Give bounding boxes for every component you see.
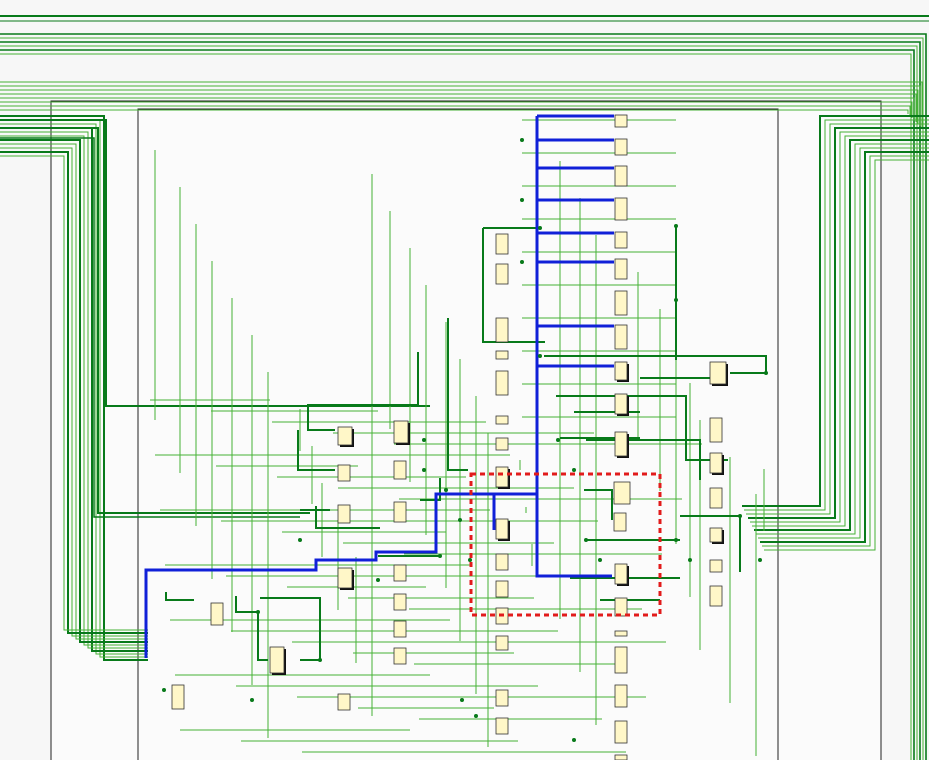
junction-dot bbox=[298, 538, 302, 542]
logic-cell[interactable] bbox=[337, 504, 351, 524]
logic-cell[interactable] bbox=[269, 646, 285, 674]
junction-dot bbox=[460, 698, 464, 702]
logic-cell[interactable] bbox=[337, 693, 351, 711]
logic-cell[interactable] bbox=[614, 138, 628, 156]
logic-cell[interactable] bbox=[614, 231, 628, 249]
logic-cell[interactable] bbox=[495, 689, 509, 707]
logic-cell[interactable] bbox=[709, 559, 723, 573]
logic-cell[interactable] bbox=[393, 593, 407, 611]
logic-cell[interactable] bbox=[495, 370, 509, 396]
schematic-canvas[interactable] bbox=[0, 0, 929, 760]
junction-dot bbox=[738, 514, 742, 518]
logic-cell[interactable] bbox=[393, 501, 407, 523]
logic-cell[interactable] bbox=[614, 197, 628, 221]
logic-cell[interactable] bbox=[614, 720, 628, 744]
logic-cell[interactable] bbox=[614, 646, 628, 674]
logic-cell[interactable] bbox=[495, 263, 509, 285]
logic-cell[interactable] bbox=[495, 518, 509, 540]
logic-cell[interactable] bbox=[614, 597, 628, 617]
junction-dot bbox=[674, 224, 678, 228]
logic-cell[interactable] bbox=[393, 460, 407, 480]
logic-cell[interactable] bbox=[709, 361, 727, 385]
logic-cell[interactable] bbox=[614, 754, 628, 760]
junction-dot bbox=[256, 610, 260, 614]
inner-module-boundary[interactable] bbox=[137, 108, 779, 760]
logic-cell[interactable] bbox=[614, 684, 628, 708]
logic-cell[interactable] bbox=[614, 114, 628, 128]
junction-dot bbox=[538, 354, 542, 358]
junction-dot bbox=[764, 371, 768, 375]
logic-cell[interactable] bbox=[210, 602, 224, 626]
logic-cell[interactable] bbox=[614, 165, 628, 187]
logic-cell[interactable] bbox=[709, 452, 723, 474]
logic-cell[interactable] bbox=[709, 527, 723, 543]
logic-cell[interactable] bbox=[614, 361, 628, 381]
junction-dot bbox=[688, 558, 692, 562]
logic-cell[interactable] bbox=[709, 487, 723, 509]
junction-dot bbox=[444, 488, 448, 492]
junction-dot bbox=[438, 554, 442, 558]
junction-dot bbox=[674, 298, 678, 302]
logic-cell[interactable] bbox=[495, 553, 509, 571]
logic-cell[interactable] bbox=[495, 717, 509, 735]
logic-cell[interactable] bbox=[393, 420, 409, 444]
junction-dot bbox=[468, 558, 472, 562]
junction-dot bbox=[520, 260, 524, 264]
logic-cell[interactable] bbox=[495, 580, 509, 598]
logic-cell[interactable] bbox=[495, 466, 509, 488]
logic-cell[interactable] bbox=[393, 647, 407, 665]
logic-cell[interactable] bbox=[495, 350, 509, 360]
junction-dot bbox=[572, 468, 576, 472]
logic-cell[interactable] bbox=[393, 620, 407, 638]
junction-dot bbox=[318, 658, 322, 662]
logic-cell[interactable] bbox=[495, 415, 509, 425]
logic-cell[interactable] bbox=[614, 290, 628, 316]
junction-dot bbox=[376, 578, 380, 582]
logic-cell[interactable] bbox=[614, 324, 628, 350]
junction-dot bbox=[598, 558, 602, 562]
logic-cell[interactable] bbox=[495, 635, 509, 651]
junction-dot bbox=[520, 198, 524, 202]
logic-cell[interactable] bbox=[171, 684, 185, 710]
junction-dot bbox=[162, 688, 166, 692]
logic-cell[interactable] bbox=[495, 317, 509, 343]
junction-dot bbox=[422, 468, 426, 472]
junction-dot bbox=[674, 538, 678, 542]
junction-dot bbox=[458, 518, 462, 522]
junction-dot bbox=[572, 738, 576, 742]
logic-cell[interactable] bbox=[709, 585, 723, 607]
logic-cell[interactable] bbox=[614, 563, 628, 585]
logic-cell[interactable] bbox=[614, 431, 628, 457]
logic-cell[interactable] bbox=[613, 512, 627, 532]
junction-dot bbox=[520, 138, 524, 142]
junction-dot bbox=[556, 438, 560, 442]
logic-cell[interactable] bbox=[614, 258, 628, 280]
logic-cell[interactable] bbox=[614, 393, 628, 415]
junction-dot bbox=[758, 558, 762, 562]
junction-dot bbox=[538, 226, 542, 230]
logic-cell[interactable] bbox=[393, 564, 407, 582]
junction-dot bbox=[474, 714, 478, 718]
logic-cell[interactable] bbox=[709, 417, 723, 443]
junction-dot bbox=[250, 698, 254, 702]
junction-dot bbox=[584, 538, 588, 542]
logic-cell[interactable] bbox=[337, 464, 351, 482]
logic-cell[interactable] bbox=[613, 481, 631, 505]
logic-cell[interactable] bbox=[337, 426, 353, 446]
logic-cell[interactable] bbox=[337, 567, 353, 589]
junction-dot bbox=[422, 438, 426, 442]
logic-cell[interactable] bbox=[495, 437, 509, 451]
logic-cell[interactable] bbox=[495, 233, 509, 255]
logic-cell[interactable] bbox=[614, 630, 628, 637]
